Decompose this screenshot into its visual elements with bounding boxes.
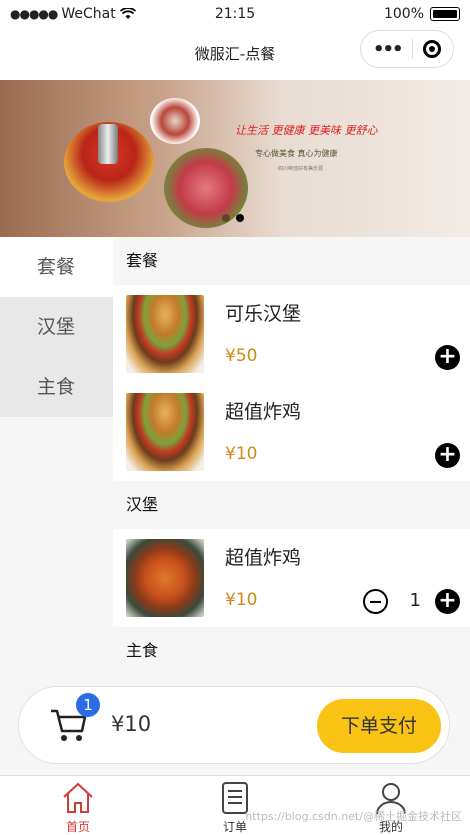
food-price: ¥10 <box>225 590 258 610</box>
sidebar-item-combo[interactable]: 套餐 <box>0 237 113 297</box>
battery-icon <box>430 7 460 21</box>
capsule-divider <box>411 39 413 59</box>
banner-slogan: 让生活 更健康 更美味 更舒心 <box>235 124 378 137</box>
hotpot-chimney <box>98 124 118 164</box>
food-image <box>126 539 204 617</box>
sidebar-item-burger[interactable]: 汉堡 <box>0 297 113 357</box>
food-item: 超值炸鸡 ¥10 1 + <box>113 529 470 627</box>
add-button[interactable]: + <box>435 345 460 370</box>
nav-bar: 微服汇-点餐 ••• <box>0 30 470 80</box>
cart-total: ¥10 <box>111 712 152 736</box>
dish-plate-image <box>150 98 200 144</box>
sidebar-item-staple[interactable]: 主食 <box>0 357 113 417</box>
indicator-dot[interactable] <box>222 214 230 222</box>
food-price: ¥50 <box>225 346 258 366</box>
close-target-icon[interactable] <box>422 40 441 58</box>
tab-bar: 首页 订单 我的 <box>0 775 470 835</box>
food-name: 可乐汉堡 <box>225 303 302 325</box>
food-item: 超值炸鸡 ¥10 + <box>113 383 470 481</box>
quantity-value: 1 <box>409 590 421 611</box>
checkout-button[interactable]: 下单支付 <box>317 699 441 753</box>
banner-tagline: 四川味佳好有美乐源 <box>278 166 324 172</box>
battery-percent: 100% <box>383 6 424 22</box>
carousel-indicator <box>222 214 244 222</box>
food-item: 可乐汉堡 ¥50 + <box>113 285 470 383</box>
food-name: 超值炸鸡 <box>225 547 302 569</box>
menu-content[interactable]: 套餐 可乐汉堡 ¥50 + 超值炸鸡 ¥10 + 汉堡 超值炸鸡 ¥10 1 +… <box>113 237 470 674</box>
food-image <box>126 393 204 471</box>
more-dots-icon[interactable]: ••• <box>373 39 403 60</box>
tab-label: 首页 <box>65 820 90 834</box>
add-button[interactable]: + <box>435 443 460 468</box>
watermark: https://blog.csdn.net/@稀土掘金技术社区 <box>245 810 462 823</box>
food-name: 超值炸鸡 <box>225 401 302 423</box>
indicator-dot-active[interactable] <box>236 214 244 222</box>
banner-subtitle: 专心做美食 真心为健康 <box>255 149 338 158</box>
food-image <box>126 295 204 373</box>
section-title: 套餐 <box>113 237 470 285</box>
cart-count-badge: 1 <box>76 693 100 717</box>
section-title: 主食 <box>113 627 470 674</box>
minus-button[interactable] <box>363 589 388 614</box>
cart-bar: 1 ¥10 下单支付 <box>18 686 450 764</box>
category-sidebar: 套餐 汉堡 主食 <box>0 237 113 674</box>
status-bar: ●●●●● WeChat 21:15 100% <box>0 0 470 30</box>
banner-carousel[interactable]: 让生活 更健康 更美味 更舒心 专心做美食 真心为健康 四川味佳好有美乐源 <box>0 80 470 237</box>
home-icon <box>63 782 93 813</box>
section-title: 汉堡 <box>113 481 470 529</box>
menu-capsule: ••• <box>360 30 454 68</box>
food-price: ¥10 <box>225 444 258 464</box>
add-button[interactable]: + <box>435 589 460 614</box>
